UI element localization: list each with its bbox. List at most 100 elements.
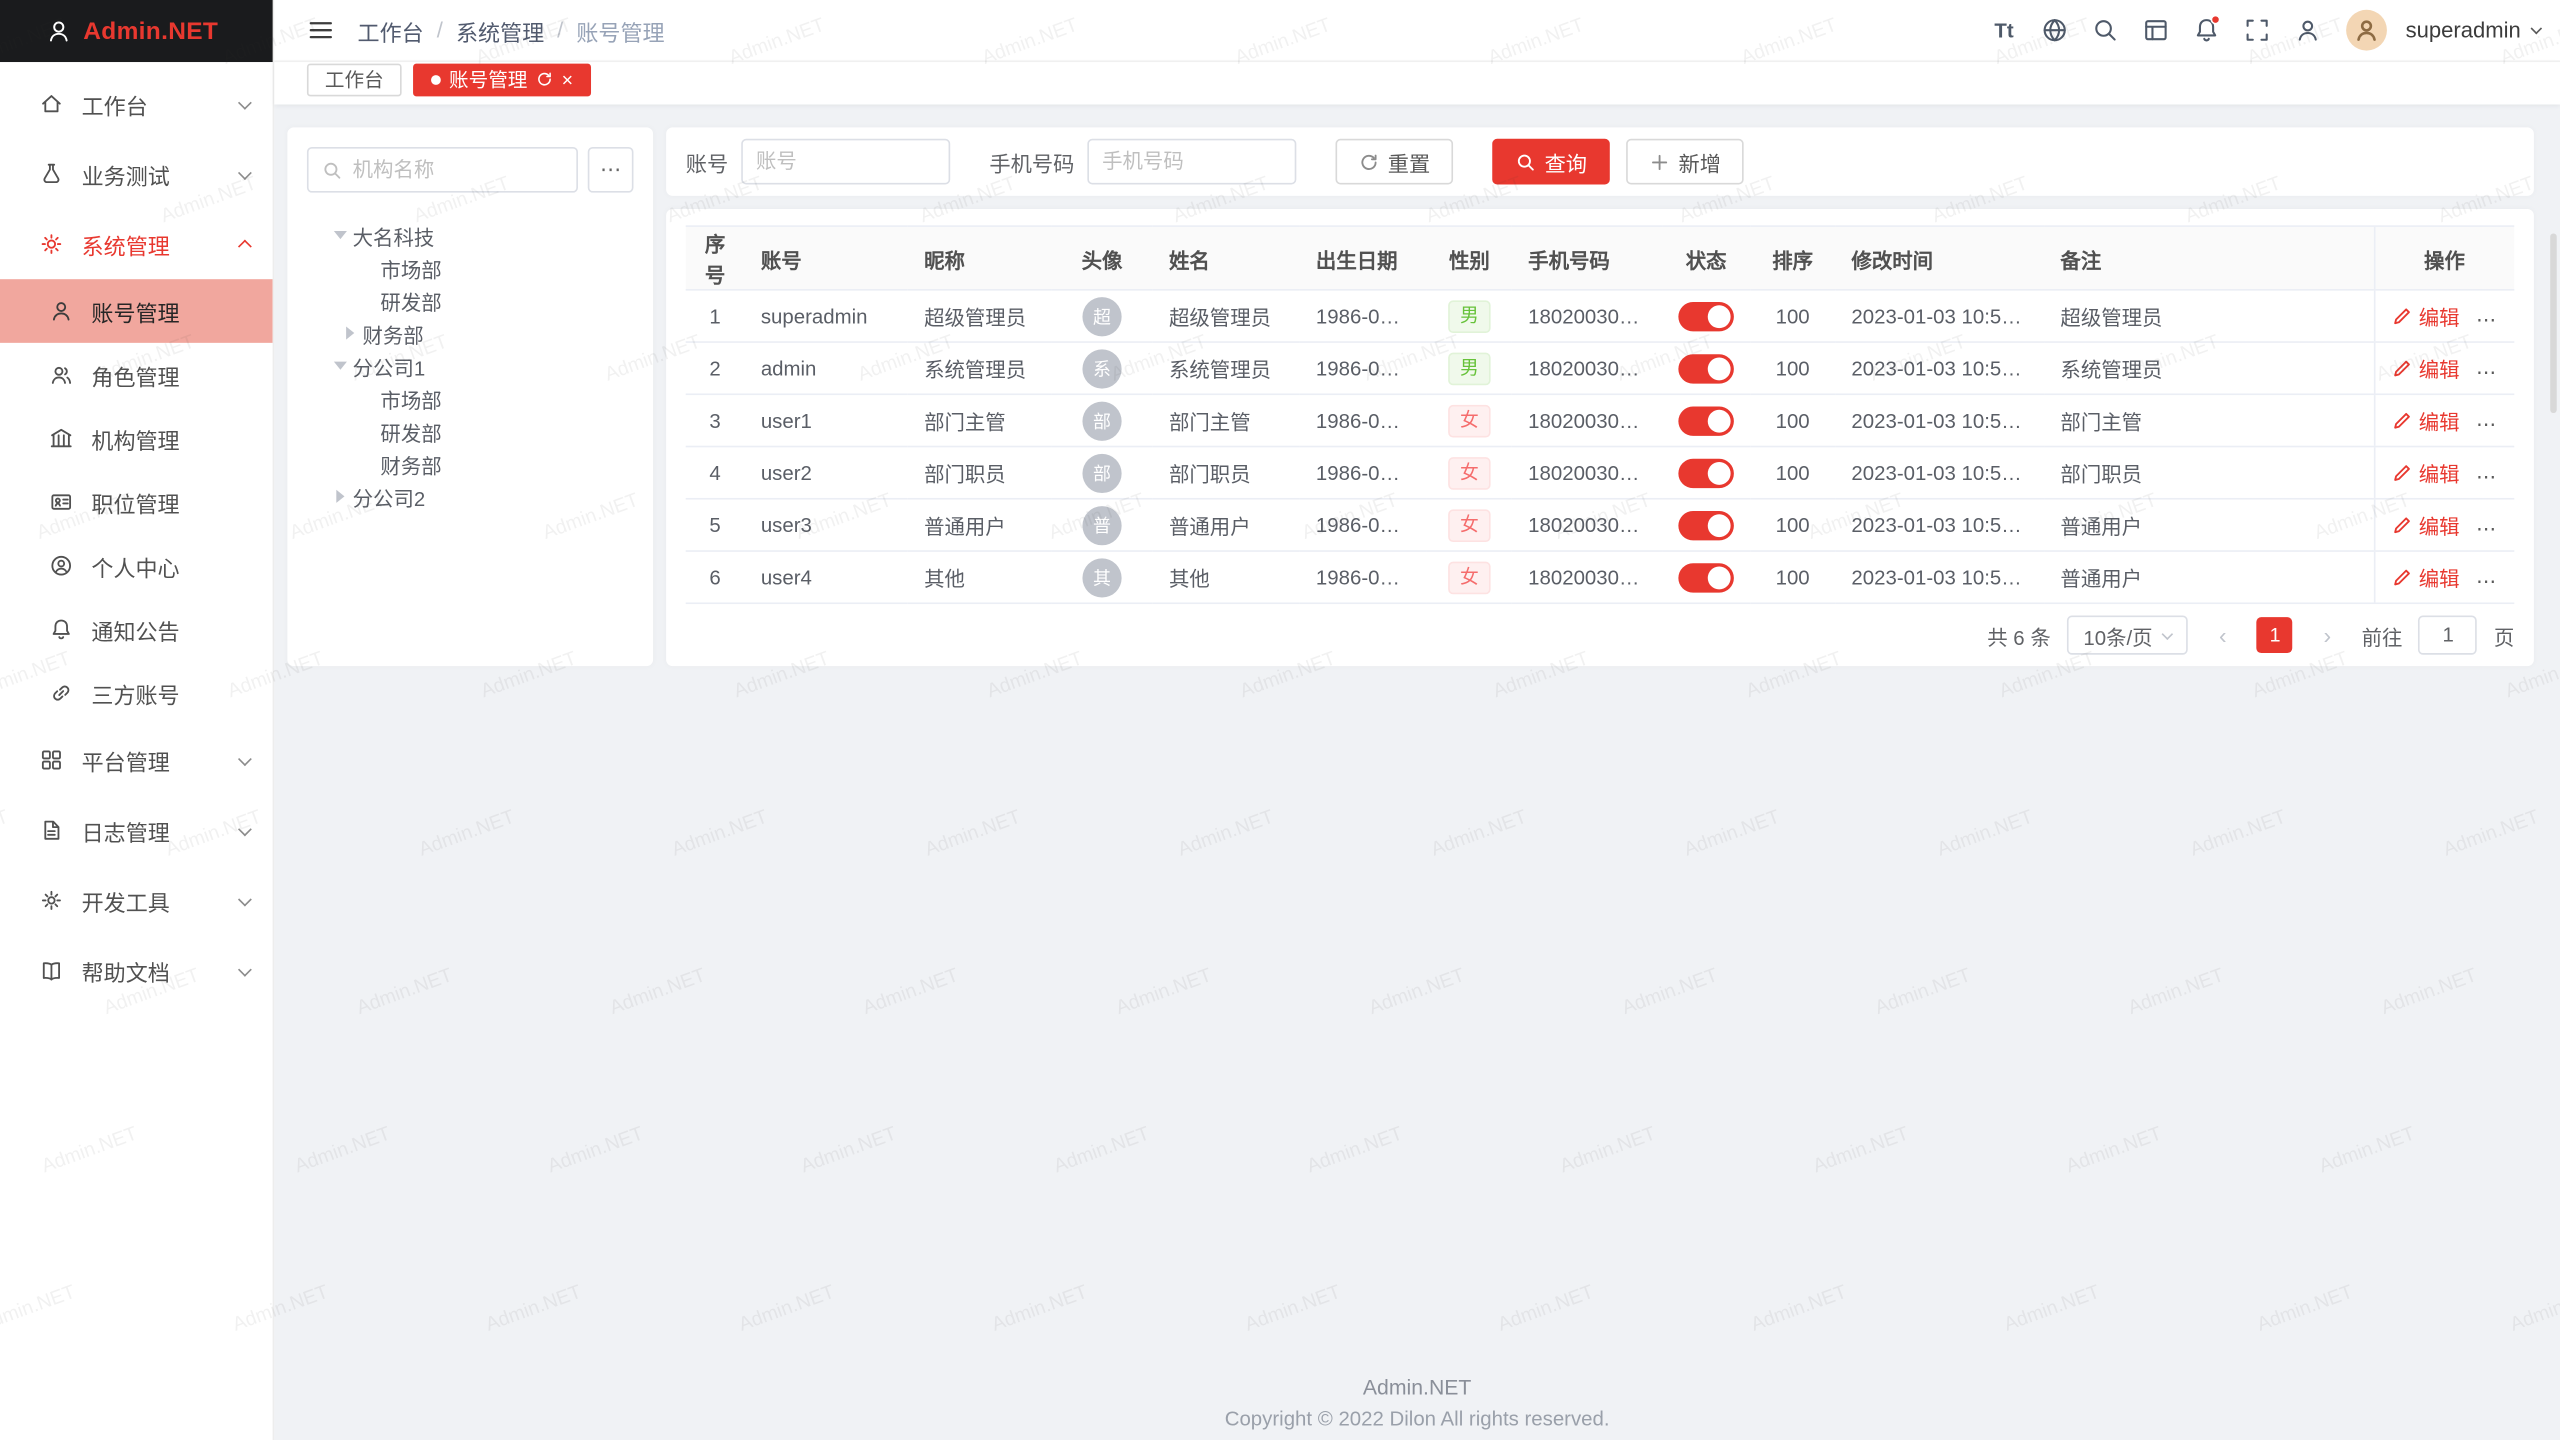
account-filter-input[interactable]: [741, 139, 950, 185]
gear-icon: [39, 232, 63, 256]
layout-settings-button[interactable]: [2135, 9, 2177, 51]
status-toggle[interactable]: [1678, 353, 1734, 382]
sidebar-item-notice[interactable]: 通知公告: [0, 598, 273, 662]
sidebar-item-role-management[interactable]: 角色管理: [0, 343, 273, 407]
tab-workbench[interactable]: 工作台: [307, 63, 402, 96]
sidebar-item-label: 机构管理: [91, 422, 249, 455]
edit-button[interactable]: 编辑: [2391, 300, 2460, 331]
font-size-button[interactable]: Tt: [1983, 9, 2025, 51]
tree-node[interactable]: 分公司2: [307, 480, 634, 513]
status-toggle[interactable]: [1678, 406, 1734, 435]
breadcrumb-item[interactable]: 工作台: [358, 14, 424, 47]
bell-icon: [49, 617, 73, 641]
footer-title: Admin.NET: [274, 1375, 2560, 1399]
row-more-button[interactable]: ⋯: [2476, 465, 2498, 488]
row-more-button[interactable]: ⋯: [2476, 518, 2498, 541]
org-tree-panel: ⋯ 大名科技 市场部 研发部 财务部 分公司1 市场部 研发部 财务部 分公司2: [287, 127, 653, 666]
table-row: 3 user1 部门主管 部 部门主管 1986-06-28 女 1802003…: [686, 394, 2515, 446]
breadcrumb-item[interactable]: 系统管理: [456, 14, 544, 47]
row-more-button[interactable]: ⋯: [2476, 361, 2498, 384]
edit-button[interactable]: 编辑: [2391, 353, 2460, 384]
avatar: 普: [1082, 505, 1121, 544]
tree-node[interactable]: 研发部: [307, 415, 634, 448]
caret-expanded-icon[interactable]: [334, 362, 347, 370]
profile-shortcut-button[interactable]: [2286, 9, 2328, 51]
reset-button[interactable]: 重置: [1336, 139, 1454, 185]
page-number-current[interactable]: 1: [2257, 617, 2293, 653]
profile-icon: [49, 553, 73, 577]
menu-collapse-button[interactable]: [299, 9, 341, 51]
gender-tag: 女: [1448, 509, 1490, 542]
scrollbar-thumb[interactable]: [2550, 233, 2557, 413]
col-header: 账号: [744, 226, 907, 290]
caret-collapsed-icon[interactable]: [346, 327, 354, 340]
row-more-button[interactable]: ⋯: [2476, 309, 2498, 332]
topbar-actions: Tt: [1983, 9, 2541, 51]
sidebar-item-org-management[interactable]: 机构管理: [0, 407, 273, 471]
tree-node[interactable]: 财务部: [307, 447, 634, 480]
add-button[interactable]: 新增: [1626, 139, 1744, 185]
refresh-icon[interactable]: [536, 70, 554, 88]
query-button[interactable]: 查询: [1492, 139, 1610, 185]
tree-node[interactable]: 研发部: [307, 284, 634, 317]
avatar[interactable]: [2347, 10, 2388, 51]
sidebar-item-dev-tools[interactable]: 开发工具: [0, 865, 273, 935]
phone-filter-input[interactable]: [1087, 139, 1296, 185]
caret-collapsed-icon[interactable]: [336, 490, 344, 503]
sidebar-item-workbench[interactable]: 工作台: [0, 69, 273, 139]
edit-button[interactable]: 编辑: [2391, 562, 2460, 593]
username[interactable]: superadmin: [2406, 18, 2521, 42]
sidebar-item-personal-center[interactable]: 个人中心: [0, 534, 273, 598]
edit-button[interactable]: 编辑: [2391, 457, 2460, 488]
sidebar-item-platform-management[interactable]: 平台管理: [0, 725, 273, 795]
avatar-icon: [2353, 16, 2381, 44]
status-toggle[interactable]: [1678, 562, 1734, 591]
search-icon: [2091, 16, 2119, 44]
sidebar-item-business-test[interactable]: 业务测试: [0, 139, 273, 209]
avatar: 部: [1082, 453, 1121, 492]
page-size-select[interactable]: 10条/页: [2067, 616, 2188, 655]
close-icon[interactable]: ×: [562, 69, 573, 89]
edit-button[interactable]: 编辑: [2391, 405, 2460, 436]
status-toggle[interactable]: [1678, 458, 1734, 487]
notification-button[interactable]: [2185, 9, 2227, 51]
search-button[interactable]: [2084, 9, 2126, 51]
org-search-input[interactable]: [353, 158, 564, 181]
sidebar-item-label: 帮助文档: [82, 954, 222, 987]
sidebar-item-account-management[interactable]: 账号管理: [0, 279, 273, 343]
org-search-box[interactable]: [307, 147, 578, 193]
col-header: 序号: [686, 226, 745, 290]
table-row: 1 superadmin 超级管理员 超 超级管理员 1986-06-28 男 …: [686, 290, 2515, 342]
tree-node[interactable]: 大名科技: [307, 219, 634, 252]
goto-page-input[interactable]: [2419, 616, 2478, 655]
account-filter-label: 账号: [686, 146, 728, 177]
status-toggle[interactable]: [1678, 301, 1734, 330]
org-more-button[interactable]: ⋯: [588, 147, 634, 193]
breadcrumb-separator: /: [557, 18, 563, 42]
tab-label: 账号管理: [449, 65, 527, 93]
layout-icon: [2142, 16, 2170, 44]
status-toggle[interactable]: [1678, 510, 1734, 539]
next-page-button[interactable]: ›: [2309, 617, 2345, 653]
caret-expanded-icon[interactable]: [334, 231, 347, 239]
sidebar-item-third-party-account[interactable]: 三方账号: [0, 661, 273, 725]
prev-page-button[interactable]: ‹: [2205, 617, 2241, 653]
tree-node[interactable]: 市场部: [307, 382, 634, 415]
tree-node[interactable]: 市场部: [307, 251, 634, 284]
tree-node[interactable]: 分公司1: [307, 349, 634, 382]
chevron-down-icon[interactable]: [2531, 23, 2543, 35]
sidebar-item-help-docs[interactable]: 帮助文档: [0, 936, 273, 1006]
row-more-button[interactable]: ⋯: [2476, 570, 2498, 593]
chevron-down-icon: [238, 95, 252, 109]
sidebar-item-position-management[interactable]: 职位管理: [0, 470, 273, 534]
row-more-button[interactable]: ⋯: [2476, 413, 2498, 436]
goto-label: 前往: [2362, 620, 2403, 651]
sidebar-item-label: 账号管理: [91, 295, 249, 328]
sidebar-item-log-management[interactable]: 日志管理: [0, 795, 273, 865]
edit-button[interactable]: 编辑: [2391, 509, 2460, 540]
sidebar-item-system-management[interactable]: 系统管理: [0, 209, 273, 279]
language-button[interactable]: [2033, 9, 2075, 51]
tab-account-management[interactable]: 账号管理 ×: [413, 63, 591, 96]
tree-node[interactable]: 财务部: [307, 317, 634, 350]
fullscreen-button[interactable]: [2236, 9, 2278, 51]
